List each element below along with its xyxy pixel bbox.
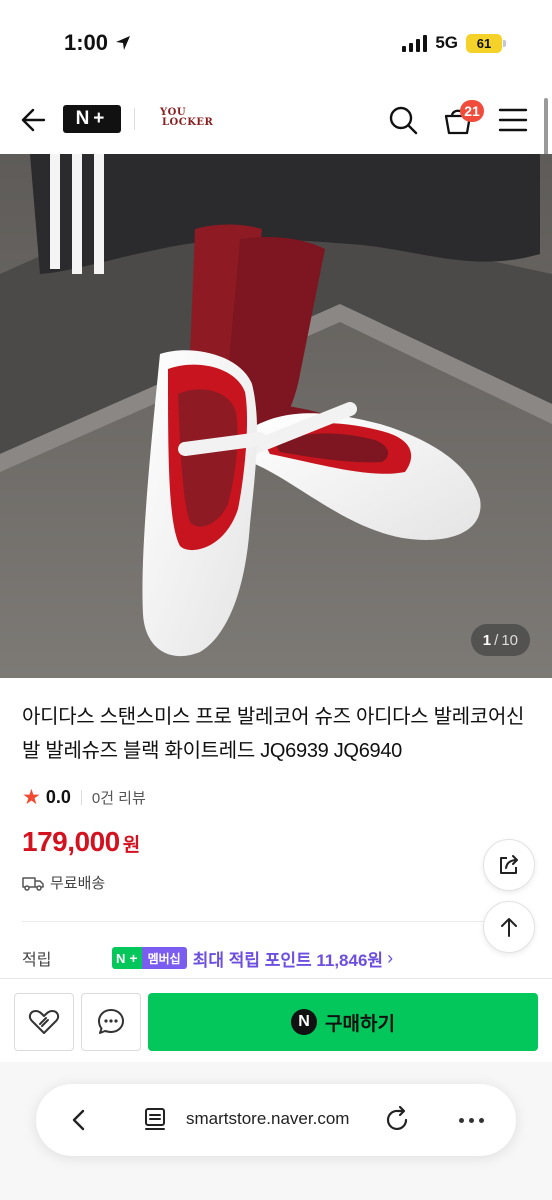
- rating-divider: [80, 789, 82, 805]
- price-row: 179,000 원: [22, 826, 140, 858]
- membership-badge: N + 멤버십: [112, 947, 187, 969]
- more-icon[interactable]: [456, 1112, 486, 1128]
- brand-line-2: LOCKER: [162, 117, 214, 128]
- battery-icon: 61: [466, 33, 506, 53]
- address-bar[interactable]: smartstore.naver.com: [36, 1084, 516, 1156]
- scroll-indicator: [544, 98, 548, 158]
- browser-toolbar: smartstore.naver.com: [0, 1062, 552, 1200]
- buy-now-button[interactable]: N 구매하기: [148, 993, 538, 1051]
- url-text[interactable]: smartstore.naver.com: [186, 1109, 349, 1129]
- reader-icon[interactable]: [142, 1106, 168, 1134]
- npay-icon: N: [291, 1009, 318, 1035]
- membership-badge-plus: +: [129, 947, 142, 969]
- header-divider: [134, 108, 135, 130]
- share-button[interactable]: [483, 839, 535, 891]
- status-time: 1:00: [64, 30, 132, 56]
- reload-icon[interactable]: [384, 1104, 412, 1134]
- rating-value: 0.0: [45, 786, 71, 807]
- signal-icon: [402, 34, 428, 52]
- image-counter: 1 / 10: [470, 624, 530, 656]
- browser-back-icon[interactable]: [64, 1104, 94, 1136]
- truck-icon: [22, 876, 44, 891]
- price-value: 179,000: [22, 826, 120, 857]
- rating-row[interactable]: ★ 0.0 0건 리뷰: [22, 784, 146, 810]
- nplus-logo-text: N+: [75, 108, 109, 129]
- points-label: 적립: [22, 952, 52, 969]
- talk-talk-button[interactable]: [81, 993, 141, 1051]
- image-counter-total: 10: [501, 631, 518, 649]
- shipping-row: 무료배송: [22, 872, 105, 893]
- star-icon: ★: [22, 785, 41, 809]
- membership-badge-label: 멤버십: [141, 947, 187, 969]
- store-header: N+ YOU LOCKER 21: [0, 92, 552, 154]
- heart-icon: [28, 1010, 60, 1034]
- network-type: 5G: [435, 33, 458, 52]
- status-indicators: 5G 61: [402, 33, 506, 53]
- status-bar: 1:00 5G 61: [0, 0, 552, 92]
- share-icon: [500, 855, 518, 874]
- price-unit: 원: [122, 835, 141, 856]
- search-icon[interactable]: [387, 104, 419, 136]
- product-title: 아디다스 스탠스미스 프로 발레코어 슈즈 아디다스 발레코어신발 발레슈즈 블…: [22, 706, 525, 762]
- buy-now-label: 구매하기: [325, 1013, 395, 1035]
- chat-icon: [98, 1009, 124, 1034]
- scroll-top-button[interactable]: [483, 901, 535, 953]
- points-row[interactable]: 적립 N + 멤버십 최대 적립 포인트 11,846원 ›: [22, 944, 542, 972]
- status-time-text: 1:00: [64, 30, 109, 55]
- chevron-right-icon: ›: [387, 947, 394, 968]
- store-brand-logo[interactable]: YOU LOCKER: [160, 108, 214, 128]
- shipping-text: 무료배송: [50, 875, 106, 892]
- battery-level: 61: [476, 35, 492, 51]
- hamburger-menu-icon[interactable]: [498, 106, 528, 134]
- membership-badge-n: N: [112, 947, 130, 969]
- max-points-text[interactable]: 최대 적립 포인트 11,846원: [193, 946, 383, 971]
- wishlist-button[interactable]: [14, 993, 74, 1051]
- arrow-up-icon: [501, 918, 517, 937]
- cart-count-badge: 21: [460, 100, 484, 122]
- back-arrow-icon[interactable]: [18, 104, 50, 136]
- image-counter-separator: /: [494, 631, 499, 649]
- image-counter-current: 1: [482, 631, 492, 649]
- section-divider: [22, 921, 530, 922]
- purchase-action-bar: N 구매하기: [0, 978, 552, 1062]
- location-arrow-icon: [116, 36, 131, 50]
- product-photo-illustration: [0, 154, 552, 678]
- product-image[interactable]: 1 / 10: [0, 154, 552, 678]
- nplus-logo[interactable]: N+: [63, 105, 121, 133]
- review-count[interactable]: 0건 리뷰: [92, 787, 146, 808]
